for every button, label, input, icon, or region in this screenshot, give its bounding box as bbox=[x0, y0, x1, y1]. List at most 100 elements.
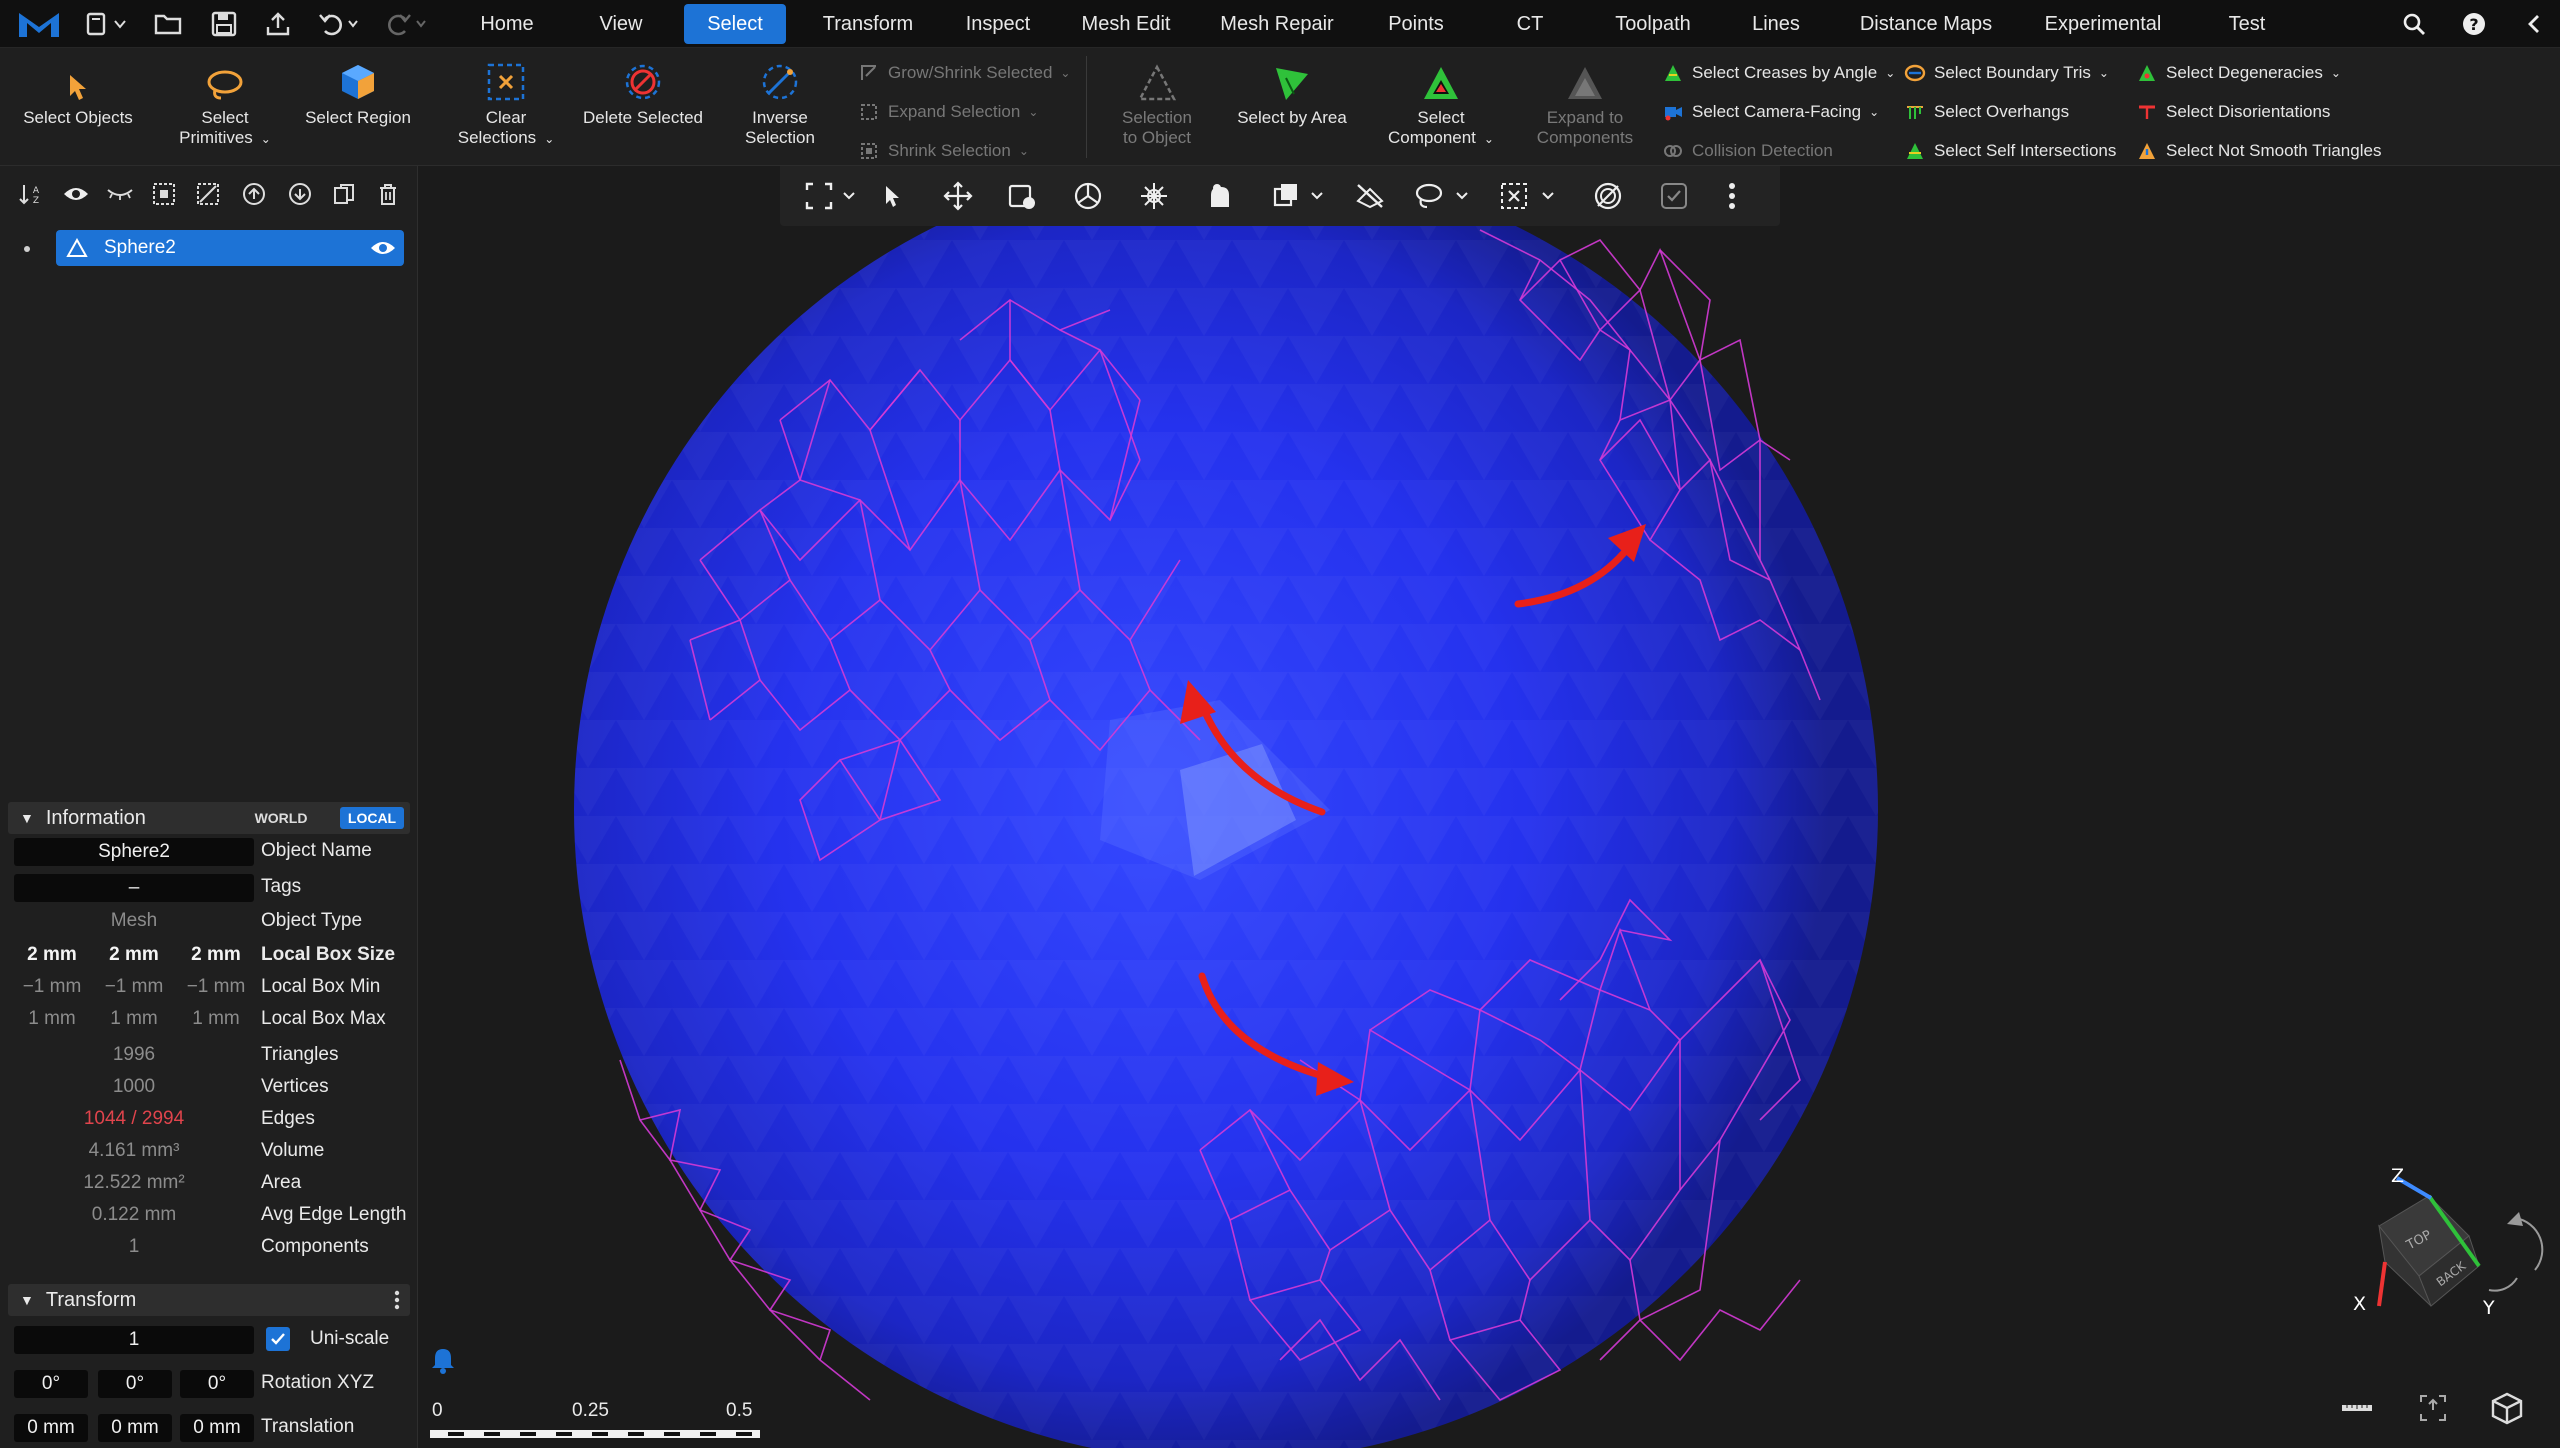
clone-tool-icon[interactable] bbox=[1270, 178, 1330, 214]
world-toggle[interactable]: WORLD bbox=[255, 807, 308, 829]
tab-select[interactable]: Select bbox=[684, 4, 786, 44]
expand-to-components-button[interactable]: Expand to Components bbox=[1520, 48, 1650, 166]
chevron-down-icon[interactable]: ⌄ bbox=[2331, 66, 2341, 80]
more-options-icon[interactable] bbox=[394, 1290, 400, 1310]
exclude-icon[interactable] bbox=[1590, 178, 1626, 214]
rotation-y-input[interactable]: 0° bbox=[98, 1370, 172, 1398]
open-folder-icon[interactable] bbox=[150, 6, 186, 42]
tab-distance-maps[interactable]: Distance Maps bbox=[1846, 4, 2006, 44]
select-creases-by-angle-button[interactable]: Select Creases by Angle ⌄ bbox=[1662, 60, 1895, 86]
chevron-down-icon[interactable]: ⌄ bbox=[1028, 105, 1038, 119]
uniscale-checkbox[interactable] bbox=[266, 1327, 290, 1351]
select-disorientations-button[interactable]: Select Disorientations bbox=[2136, 99, 2330, 125]
shrink-selection-button[interactable]: Shrink Selection ⌄ bbox=[858, 138, 1029, 164]
chevron-down-icon[interactable]: ⌄ bbox=[544, 129, 554, 149]
select-not-smooth-triangles-button[interactable]: Select Not Smooth Triangles bbox=[2136, 138, 2381, 164]
translation-z-input[interactable]: 0 mm bbox=[180, 1414, 254, 1442]
duplicate-icon[interactable] bbox=[328, 178, 360, 210]
collision-detection-button[interactable]: Collision Detection bbox=[1662, 138, 1833, 164]
select-self-intersections-button[interactable]: Select Self Intersections bbox=[1904, 138, 2116, 164]
paint-select-icon[interactable] bbox=[1004, 178, 1040, 214]
expand-selection-button[interactable]: Expand Selection ⌄ bbox=[858, 99, 1038, 125]
local-toggle[interactable]: LOCAL bbox=[340, 807, 404, 829]
tab-transform[interactable]: Transform bbox=[806, 4, 930, 44]
chevron-down-icon[interactable]: ⌄ bbox=[1019, 144, 1029, 158]
chevron-down-icon[interactable]: ⌄ bbox=[1869, 105, 1879, 119]
redo-icon[interactable] bbox=[380, 6, 430, 42]
delete-selected-button[interactable]: Delete Selected bbox=[578, 48, 708, 166]
lasso-select-icon[interactable] bbox=[1410, 178, 1480, 214]
select-primitives-button[interactable]: Select Primitives ⌄ bbox=[160, 48, 290, 166]
box-select-icon[interactable] bbox=[1496, 178, 1566, 214]
notification-bell-icon[interactable] bbox=[430, 1346, 456, 1374]
move-up-icon[interactable] bbox=[238, 178, 270, 210]
sort-icon[interactable]: AZ bbox=[16, 178, 48, 210]
tab-inspect[interactable]: Inspect bbox=[952, 4, 1044, 44]
pointer-tool-icon[interactable] bbox=[874, 178, 910, 214]
tab-toolpath[interactable]: Toolpath bbox=[1598, 4, 1708, 44]
tab-home[interactable]: Home bbox=[464, 4, 550, 44]
translation-y-input[interactable]: 0 mm bbox=[98, 1414, 172, 1442]
translation-x-input[interactable]: 0 mm bbox=[14, 1414, 88, 1442]
information-section-header[interactable]: ▼ Information WORLD LOCAL bbox=[8, 802, 410, 834]
3d-viewport[interactable]: TOP BACK Z X Y bbox=[419, 166, 2560, 1448]
deselect-all-icon[interactable] bbox=[192, 178, 224, 210]
select-overhangs-button[interactable]: Select Overhangs bbox=[1904, 99, 2069, 125]
scale-input[interactable]: 1 bbox=[14, 1326, 254, 1354]
ruler-icon[interactable] bbox=[2339, 1390, 2375, 1426]
tab-test[interactable]: Test bbox=[2204, 4, 2290, 44]
orbit-icon[interactable] bbox=[1070, 178, 1106, 214]
select-component-button[interactable]: Select Component ⌄ bbox=[1376, 48, 1506, 166]
chevron-down-icon[interactable]: ⌄ bbox=[261, 129, 271, 149]
tab-lines[interactable]: Lines bbox=[1742, 4, 1810, 44]
collapse-left-icon[interactable] bbox=[2516, 6, 2552, 42]
export-icon[interactable] bbox=[260, 6, 296, 42]
visibility-eye-icon[interactable] bbox=[370, 239, 396, 257]
select-all-icon[interactable] bbox=[148, 178, 180, 210]
scene-tree-item-sphere2[interactable]: Sphere2 bbox=[56, 230, 404, 266]
tab-mesh-edit[interactable]: Mesh Edit bbox=[1070, 4, 1182, 44]
select-degeneracies-button[interactable]: Select Degeneracies ⌄ bbox=[2136, 60, 2341, 86]
move-down-icon[interactable] bbox=[284, 178, 316, 210]
rotate-gizmo-icon[interactable] bbox=[1136, 178, 1172, 214]
save-icon[interactable] bbox=[206, 6, 242, 42]
select-region-button[interactable]: Select Region bbox=[298, 48, 418, 166]
object-mode-icon[interactable] bbox=[1202, 178, 1238, 214]
tab-mesh-repair[interactable]: Mesh Repair bbox=[1206, 4, 1348, 44]
show-icon[interactable] bbox=[60, 178, 92, 210]
chevron-down-icon[interactable]: ⌄ bbox=[2099, 66, 2109, 80]
chevron-down-icon[interactable]: ⌄ bbox=[1885, 66, 1895, 80]
chevron-down-icon[interactable]: ⌄ bbox=[1484, 129, 1494, 149]
view-cube[interactable]: TOP BACK Z X Y bbox=[2339, 1166, 2559, 1316]
rotation-x-input[interactable]: 0° bbox=[14, 1370, 88, 1398]
hide-icon[interactable] bbox=[104, 178, 136, 210]
new-file-icon[interactable] bbox=[82, 6, 132, 42]
select-by-area-button[interactable]: Select by Area bbox=[1226, 48, 1358, 166]
selection-to-object-button[interactable]: Selection to Object bbox=[1100, 48, 1214, 166]
tab-points[interactable]: Points bbox=[1374, 4, 1458, 44]
app-logo-icon[interactable] bbox=[14, 6, 64, 42]
more-vertical-icon[interactable] bbox=[1714, 178, 1750, 214]
select-boundary-tris-button[interactable]: Select Boundary Tris ⌄ bbox=[1904, 60, 2109, 86]
tags-field[interactable]: – bbox=[14, 874, 254, 902]
object-name-field[interactable]: Sphere2 bbox=[14, 838, 254, 866]
help-icon[interactable]: ? bbox=[2456, 6, 2492, 42]
clipping-plane-icon[interactable] bbox=[1352, 178, 1388, 214]
select-objects-button[interactable]: Select Objects bbox=[10, 48, 146, 166]
trash-icon[interactable] bbox=[372, 178, 404, 210]
tab-experimental[interactable]: Experimental bbox=[2030, 4, 2176, 44]
fit-view-icon[interactable] bbox=[2413, 1388, 2453, 1428]
sphere-render[interactable] bbox=[419, 166, 2560, 1448]
undo-icon[interactable] bbox=[314, 6, 364, 42]
confirm-checkbox-icon[interactable] bbox=[1656, 178, 1692, 214]
inverse-selection-button[interactable]: Inverse Selection bbox=[720, 48, 840, 166]
rotation-z-input[interactable]: 0° bbox=[180, 1370, 254, 1398]
search-icon[interactable] bbox=[2396, 6, 2432, 42]
select-camera-facing-button[interactable]: Select Camera-Facing ⌄ bbox=[1662, 99, 1879, 125]
fit-selection-icon[interactable] bbox=[802, 178, 862, 214]
grow-shrink-selected-button[interactable]: Grow/Shrink Selected ⌄ bbox=[858, 60, 1070, 86]
clear-selections-button[interactable]: Clear Selections ⌄ bbox=[444, 48, 568, 166]
view-mode-cube-icon[interactable] bbox=[2485, 1386, 2529, 1430]
chevron-down-icon[interactable]: ⌄ bbox=[1060, 66, 1070, 80]
move-tool-icon[interactable] bbox=[940, 178, 976, 214]
